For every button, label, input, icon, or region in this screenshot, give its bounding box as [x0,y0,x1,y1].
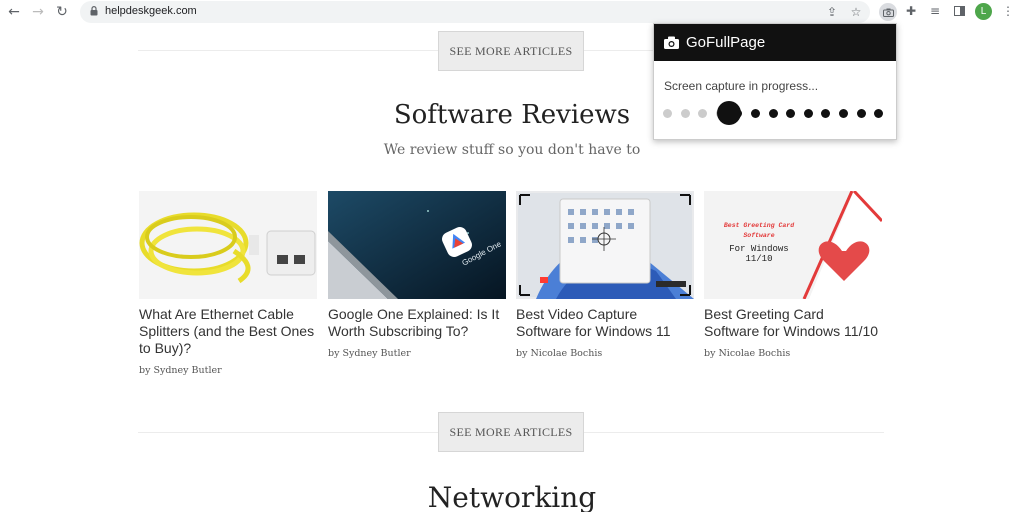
gofullpage-popup: GoFullPage Screen capture in progress... [653,23,897,140]
popup-header: GoFullPage [654,24,896,61]
camera-icon [664,36,679,49]
article-author: by Sydney Butler [328,348,411,359]
progress-dot [839,109,848,118]
profile-avatar[interactable]: L [975,3,992,20]
reading-list-icon[interactable]: ≡ [927,3,943,19]
article-title[interactable]: Google One Explained: Is It Worth Subscr… [328,306,506,340]
extensions-puzzle-icon[interactable]: ✚ [903,3,919,19]
article-title[interactable]: What Are Ethernet Cable Splitters (and t… [139,306,317,357]
article-thumbnail[interactable]: Google One [328,191,506,299]
popup-title: GoFullPage [686,34,766,51]
article-card[interactable]: Best Greeting Card Software For Windows … [704,191,882,359]
article-thumbnail[interactable] [516,191,694,299]
address-bar[interactable]: helpdeskgeek.com ⇪ ☆ [80,1,870,23]
progress-dot [680,109,690,118]
back-icon[interactable]: ← [5,3,23,21]
progress-dot [768,109,778,118]
progress-dot [663,109,672,118]
progress-dot [856,109,866,118]
progress-dot [786,109,796,118]
progress-active-marker [717,101,742,125]
article-card[interactable]: Best Video Capture Software for Windows … [516,191,694,359]
next-section-title: Networking [427,481,597,512]
url-text[interactable]: helpdeskgeek.com [105,5,197,17]
capture-status: Screen capture in progress... [664,79,819,93]
progress-dot [803,109,813,118]
camera-extension-icon[interactable] [879,3,897,21]
thumbnail-caption: Best Greeting Card Software For Windows … [723,222,795,264]
progress-dot [821,109,831,118]
see-more-articles-button[interactable]: SEE MORE ARTICLES [438,412,584,452]
article-card[interactable]: Google One Google One Explained: Is It W… [328,191,506,359]
menu-kebab-icon[interactable]: ⋮ [1000,3,1016,19]
side-panel-icon[interactable] [951,3,967,19]
article-author: by Sydney Butler [139,365,222,376]
see-more-articles-button[interactable]: SEE MORE ARTICLES [438,31,584,71]
bookmark-star-icon[interactable]: ☆ [848,4,864,20]
share-icon[interactable]: ⇪ [824,4,840,20]
reload-icon[interactable]: ↻ [53,3,71,21]
article-card[interactable]: What Are Ethernet Cable Splitters (and t… [139,191,317,376]
article-title[interactable]: Best Greeting Card Software for Windows … [704,306,882,340]
article-title[interactable]: Best Video Capture Software for Windows … [516,306,694,340]
article-author: by Nicolae Bochis [516,348,603,359]
article-thumbnail[interactable] [139,191,317,299]
article-thumbnail[interactable]: Best Greeting Card Software For Windows … [704,191,882,299]
browser-toolbar: ← → ↻ helpdeskgeek.com ⇪ ☆ ✚ ≡ L ⋮ [0,0,1024,24]
progress-dot [874,109,884,118]
lock-icon [90,6,98,16]
forward-icon[interactable]: → [29,3,47,21]
article-author: by Nicolae Bochis [704,348,791,359]
section-subtitle: We review stuff so you don't have to [383,142,641,158]
progress-dot [698,109,708,118]
progress-dot [751,109,760,118]
